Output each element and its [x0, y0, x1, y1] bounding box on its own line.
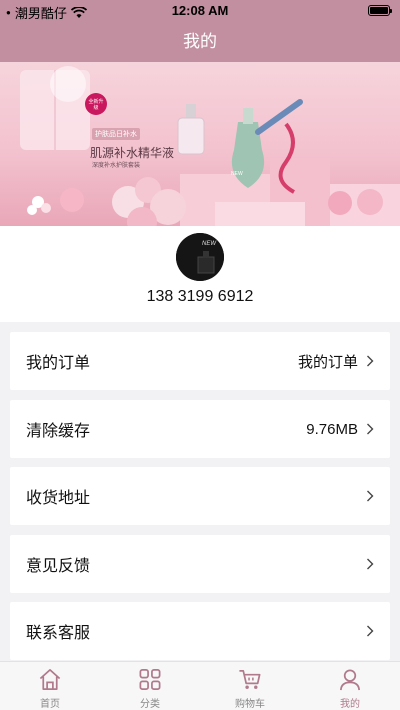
tab-label: 分类	[140, 699, 160, 710]
menu-label: 我的订单	[26, 355, 91, 372]
menu-value: 我的订单	[297, 353, 358, 371]
chevron-right-icon	[367, 558, 374, 570]
tab-label: 我的	[340, 699, 360, 710]
battery-icon	[368, 5, 392, 16]
avatar[interactable]: NEW	[176, 233, 224, 281]
cache-size: 9.76MB	[306, 420, 358, 438]
tab-label: 首页	[40, 699, 60, 710]
menu-item-feedback[interactable]: 意见反馈	[10, 535, 390, 593]
chevron-right-icon	[367, 423, 374, 435]
chevron-right-icon	[367, 355, 374, 367]
menu-item-clear-cache[interactable]: 清除缓存 9.76MB	[10, 400, 390, 458]
tab-mine[interactable]: 我的	[300, 662, 400, 710]
banner-subline: 深度补水护肤套装	[92, 163, 141, 169]
page-title: 我的	[183, 32, 217, 51]
menu-label: 收货地址	[26, 490, 91, 507]
tab-label: 购物车	[235, 699, 265, 710]
status-bar: ● 潮男酷仔 12:08 AM	[0, 0, 400, 22]
promo-banner[interactable]: 全新升级 护肤品日补水 肌源补水精华液 深度补水护肤套装 NEW	[0, 62, 400, 226]
menu-item-customer-service[interactable]: 联系客服	[10, 602, 390, 660]
grid-icon	[139, 669, 161, 690]
avatar-mark: NEW	[202, 241, 216, 247]
home-icon	[39, 669, 61, 690]
menu-item-address[interactable]: 收货地址	[10, 467, 390, 525]
phone-number: 138 3199 6912	[146, 288, 254, 305]
nav-bar: 我的	[0, 22, 400, 62]
cart-icon	[239, 669, 261, 689]
tab-home[interactable]: 首页	[0, 662, 100, 710]
banner-badge: 全新升级	[88, 99, 104, 111]
banner-headline: 肌源补水精华液	[90, 146, 175, 160]
status-time: 12:08 AM	[171, 3, 229, 18]
profile-section: NEW 138 3199 6912	[0, 226, 400, 322]
chevron-right-icon	[367, 625, 374, 637]
banner-illustration	[20, 66, 400, 226]
menu-label: 意见反馈	[26, 558, 91, 575]
banner-tagline: 护肤品日补水	[92, 128, 140, 140]
tab-cart[interactable]: 购物车	[200, 662, 300, 710]
user-icon	[340, 669, 360, 691]
menu-item-orders[interactable]: 我的订单 我的订单	[10, 332, 390, 390]
chevron-right-icon	[367, 490, 374, 502]
tab-bar: 首页 分类 购物车 我的	[0, 661, 400, 710]
menu-label: 联系客服	[26, 625, 91, 642]
menu-label: 清除缓存	[26, 423, 91, 440]
banner-product-mark: NEW	[231, 171, 243, 177]
tab-category[interactable]: 分类	[100, 662, 200, 710]
